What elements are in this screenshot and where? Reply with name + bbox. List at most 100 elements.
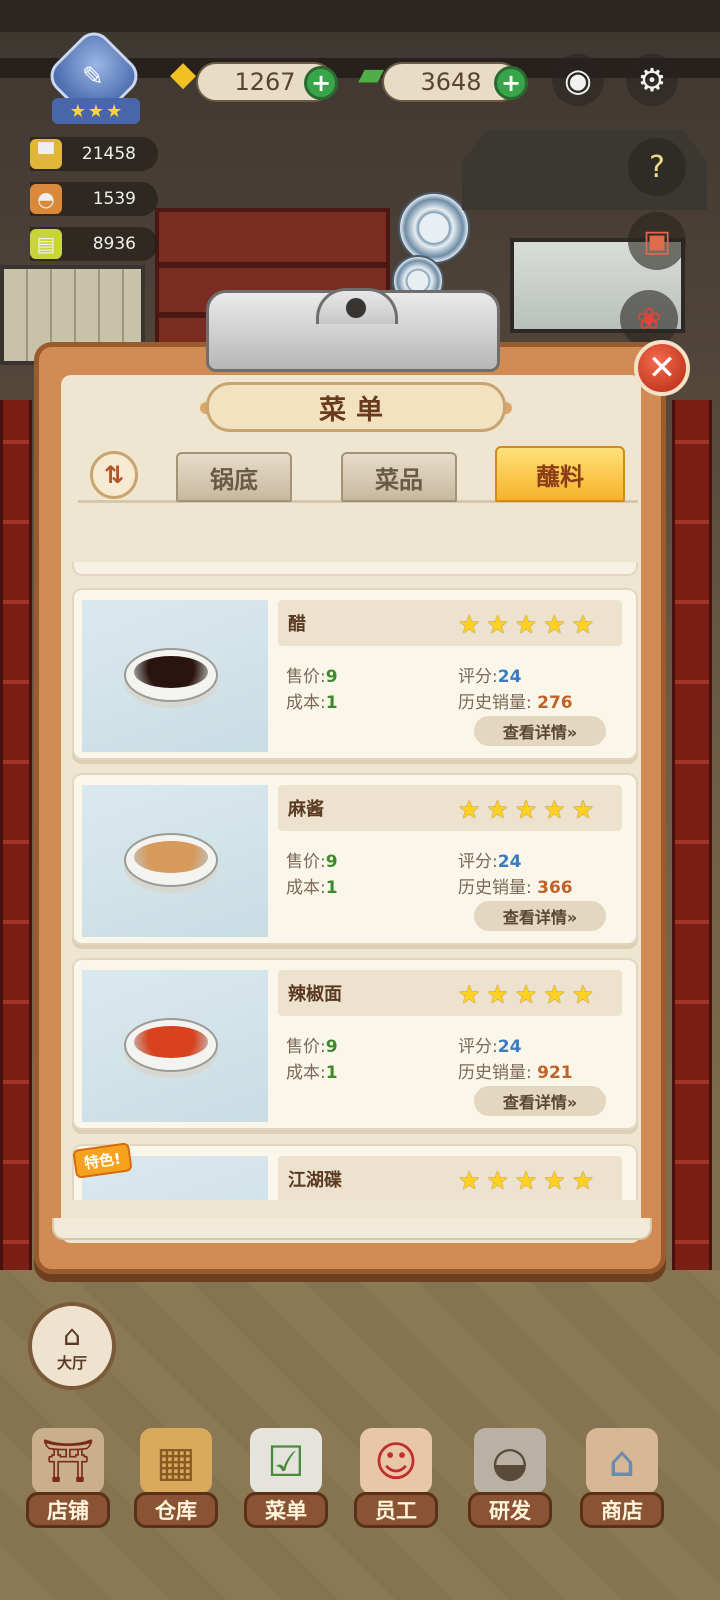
cost-value: 1 <box>325 1063 338 1083</box>
sauce-name-bar: 麻酱 ★ ★ ★ ★ ★ <box>278 785 622 831</box>
nav-menu[interactable]: ☑ 菜单 <box>236 1428 336 1532</box>
star-icon: ★ <box>486 1166 509 1195</box>
gem-count: 1267 <box>234 68 296 96</box>
star-icon: ★ <box>486 610 509 639</box>
star-icon: ★ <box>486 795 509 824</box>
price-label: 售价 <box>286 852 320 872</box>
tab-label: 菜品 <box>375 465 423 494</box>
nav-research[interactable]: ◒ 研发 <box>460 1428 560 1532</box>
star-icon: ★ <box>543 610 566 639</box>
score-line: 评分:24 <box>458 852 522 872</box>
nav-warehouse[interactable]: ▦ 仓库 <box>126 1428 226 1532</box>
nav-label: 员工 <box>354 1492 438 1528</box>
sauce-name: 江湖碟 <box>288 1170 342 1191</box>
nav-staff[interactable]: ☺ 员工 <box>346 1428 446 1532</box>
rank-stars: ★ ★ ★ <box>52 98 140 124</box>
sauce-card[interactable]: 辣椒面 ★ ★ ★ ★ ★ 售价:9 成本:1 评分:24 历史销量: 921 查看详情… <box>72 958 638 1130</box>
tab-dipping-sauce[interactable]: 蘸料 <box>495 446 625 502</box>
score-label: 评分 <box>458 667 492 687</box>
star-icon: ★ <box>458 1166 481 1195</box>
cost-value: 1 <box>325 878 338 898</box>
ticket-icon: ▤ <box>30 229 62 259</box>
red-pillar <box>0 400 32 1320</box>
sauce-rating: ★ ★ ★ ★ ★ <box>458 610 594 639</box>
sort-button[interactable]: ⇅ <box>90 451 138 499</box>
box-icon: ▦ <box>140 1428 212 1494</box>
coin-ingot-icon: ▀ <box>30 139 62 169</box>
sauce-list[interactable]: 醋 ★ ★ ★ ★ ★ 售价:9 成本:1 评分:24 历史销量: 276 查看详情» … <box>70 516 640 1200</box>
panel-title: 菜单 <box>206 382 506 432</box>
tab-dishes[interactable]: 菜品 <box>341 452 457 502</box>
ceiling-beam <box>0 0 720 32</box>
camera-button[interactable]: ◉ <box>552 54 604 106</box>
sauce-card[interactable]: 麻酱 ★ ★ ★ ★ ★ 售价:9 成本:1 评分:24 历史销量: 366 查看详情» <box>72 773 638 945</box>
view-details-button[interactable]: 查看详情» <box>474 716 606 746</box>
stat-coins-value: 21458 <box>81 144 136 164</box>
sauce-card[interactable]: 醋 ★ ★ ★ ★ ★ 售价:9 成本:1 评分:24 历史销量: 276 查看详情» <box>72 588 638 760</box>
hall-button[interactable]: ⌂ 大厅 <box>28 1302 116 1390</box>
sauce-bowl <box>124 833 218 887</box>
red-pillar <box>672 400 712 1390</box>
cash-icon: ▰ <box>358 54 385 94</box>
star-icon: ★ <box>543 1166 566 1195</box>
bowl-contents <box>134 656 208 688</box>
view-details-label: 查看详情» <box>502 723 578 742</box>
sales-value: 366 <box>537 878 573 898</box>
sauce-rating: ★ ★ ★ ★ ★ <box>458 1166 594 1195</box>
view-details-button[interactable]: 查看详情» <box>474 901 606 931</box>
guide-book-button[interactable]: ? <box>628 138 686 196</box>
score-line: 评分:24 <box>458 667 522 687</box>
price-value: 9 <box>325 1037 338 1057</box>
sauce-bowl <box>124 1018 218 1072</box>
nav-label: 菜单 <box>244 1492 328 1528</box>
nav-store[interactable]: ⌂ 商店 <box>572 1428 672 1532</box>
tab-label: 蘸料 <box>536 462 584 491</box>
sauce-name: 醋 <box>288 614 306 635</box>
star-icon: ★ <box>543 980 566 1009</box>
nav-shop-front[interactable]: ⛩ 店铺 <box>18 1428 118 1532</box>
price-line: 售价:9 <box>286 852 338 872</box>
cost-line: 成本:1 <box>286 693 338 713</box>
stat-coins: ▀ 21458 <box>30 137 158 171</box>
camera-icon: ◉ <box>564 61 592 99</box>
sauce-name-bar: 辣椒面 ★ ★ ★ ★ ★ <box>278 970 622 1016</box>
price-line: 售价:9 <box>286 667 338 687</box>
sauce-card[interactable]: 江湖碟 ★ ★ ★ ★ ★ 特色! <box>72 1142 638 1200</box>
gem-icon: ◆ <box>170 54 197 94</box>
price-value: 9 <box>325 852 338 872</box>
tab-soup-base[interactable]: 锅底 <box>176 452 292 502</box>
view-details-label: 查看详情» <box>502 1093 578 1112</box>
score-line: 评分:24 <box>458 1037 522 1057</box>
cloche-icon: ◓ <box>30 184 62 214</box>
sales-label: 历史销量 <box>458 1063 526 1083</box>
question-book-icon: ? <box>649 149 665 185</box>
cost-label: 成本 <box>286 878 320 898</box>
sales-line: 历史销量: 921 <box>458 1063 573 1083</box>
sauce-image <box>82 600 268 752</box>
sauce-image <box>82 970 268 1122</box>
price-line: 售价:9 <box>286 1037 338 1057</box>
add-cash-button[interactable]: + <box>494 66 528 100</box>
notebook-button[interactable]: ▣ <box>628 212 686 270</box>
chef-rank-badge[interactable]: ✎ ★ ★ ★ <box>40 25 150 127</box>
star-icon: ★ <box>514 795 538 824</box>
view-details-button[interactable]: 查看详情» <box>474 1086 606 1116</box>
sales-value: 921 <box>537 1063 573 1083</box>
sauce-name-bar: 醋 ★ ★ ★ ★ ★ <box>278 600 622 646</box>
sauce-bowl <box>124 648 218 702</box>
score-value: 24 <box>497 852 522 872</box>
clipboard-icon: ☑ <box>250 1428 322 1494</box>
sales-label: 历史销量 <box>458 693 526 713</box>
nav-label: 仓库 <box>134 1492 218 1528</box>
nav-label: 商店 <box>580 1492 664 1528</box>
lion-event-button[interactable]: ❀ <box>620 290 678 348</box>
add-gems-button[interactable]: + <box>304 66 338 100</box>
stat-dishes: ◓ 1539 <box>30 182 158 216</box>
cost-label: 成本 <box>286 1063 320 1083</box>
settings-button[interactable]: ⚙ <box>626 54 678 106</box>
storefront-icon: ⛩ <box>32 1428 104 1494</box>
star-icon: ★ <box>458 980 481 1009</box>
sales-line: 历史销量: 276 <box>458 693 573 713</box>
close-button[interactable]: ✕ <box>634 340 690 396</box>
star-icon: ★ <box>571 1166 595 1195</box>
